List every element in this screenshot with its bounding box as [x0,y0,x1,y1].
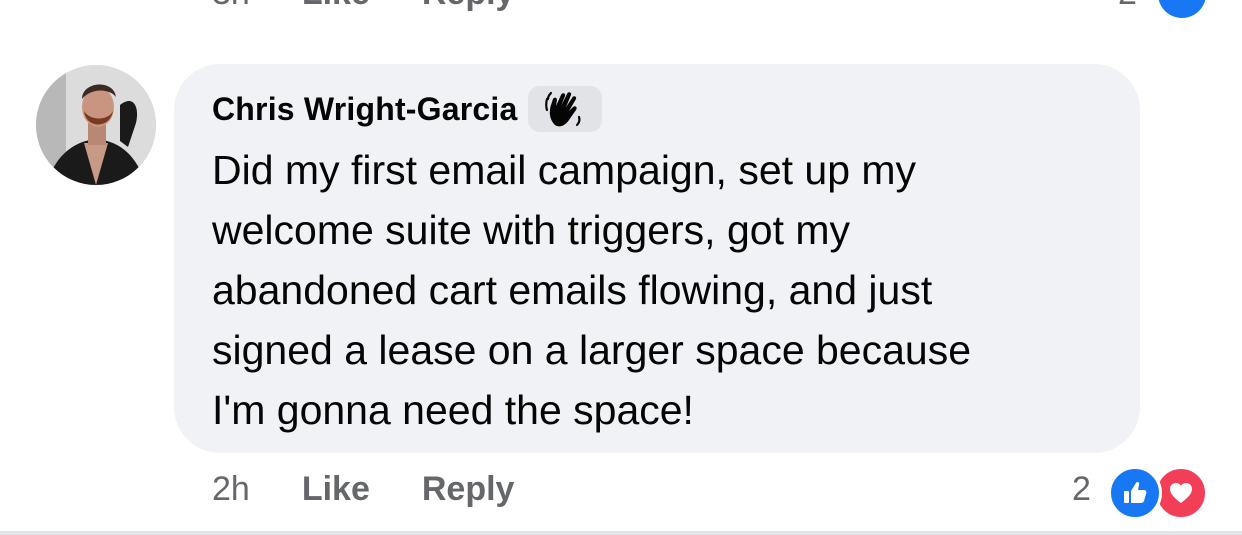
previous-comment-reply-button[interactable]: Reply [422,0,515,13]
wave-hand-glyph [544,91,580,127]
heart-icon [1170,483,1192,503]
like-reaction-icon[interactable] [1158,0,1206,18]
divider [0,531,1242,535]
comment-header: Chris Wright-Garcia [212,86,602,132]
reply-button[interactable]: Reply [422,470,515,509]
comment-text: Did my first email campaign, set up my w… [212,147,972,433]
like-button[interactable]: Like [302,470,370,509]
comment-thread: 3h Like Reply 2 Chris Wright-Garcia [0,0,1242,535]
previous-comment-like-button[interactable]: Like [302,0,370,13]
love-reaction-icon[interactable] [1154,466,1208,520]
previous-comment-actions: 3h Like Reply [212,0,514,13]
previous-comment-time: 3h [212,0,250,13]
comment-time[interactable]: 2h [212,470,250,509]
wave-hand-icon[interactable] [527,86,602,132]
avatar-photo [36,65,156,185]
reaction-count[interactable]: 2 [1072,470,1091,509]
like-reaction-icon[interactable] [1108,466,1162,520]
avatar[interactable] [36,65,156,185]
author-name[interactable]: Chris Wright-Garcia [212,91,518,128]
comment-actions: 2h Like Reply [212,470,566,509]
previous-comment-reaction-count[interactable]: 2 [1118,0,1137,13]
thumbs-up-icon [1124,481,1147,503]
